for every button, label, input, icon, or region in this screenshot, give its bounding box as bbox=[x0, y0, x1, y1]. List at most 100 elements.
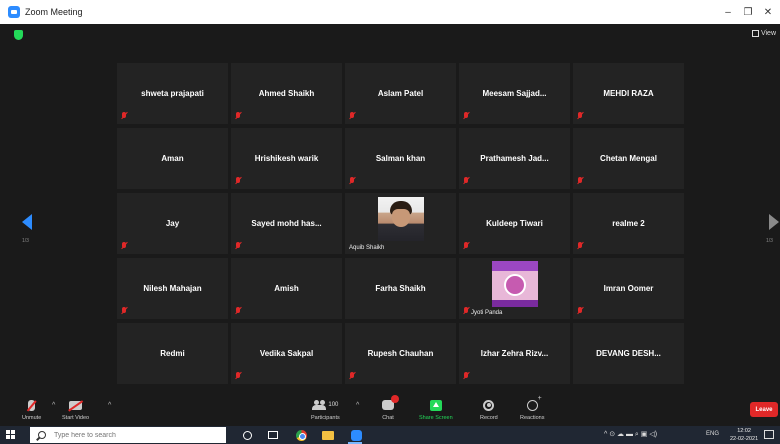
video-off-camera-icon bbox=[69, 400, 83, 410]
participant-name: realme 2 bbox=[612, 219, 645, 228]
zoom-taskbar-button[interactable] bbox=[349, 429, 363, 441]
chat-label: Chat bbox=[382, 415, 394, 421]
unmute-button[interactable]: Unmute bbox=[22, 398, 41, 421]
participant-name: Aslam Patel bbox=[377, 89, 424, 98]
cortana-button[interactable] bbox=[240, 429, 254, 441]
muted-microphone-icon bbox=[463, 112, 469, 120]
audio-options-chevron-icon[interactable]: ^ bbox=[52, 402, 55, 409]
share-screen-label: Share Screen bbox=[419, 415, 453, 421]
previous-page-arrow-icon[interactable] bbox=[22, 214, 32, 230]
video-options-chevron-icon[interactable]: ^ bbox=[108, 402, 111, 409]
participant-name: DEVANG DESH... bbox=[596, 349, 661, 358]
participant-tile[interactable]: Prathamesh Jad... bbox=[459, 128, 570, 189]
chat-button[interactable]: Chat bbox=[382, 395, 399, 421]
share-screen-button[interactable]: Share Screen bbox=[419, 398, 453, 421]
windows-start-icon[interactable] bbox=[6, 430, 16, 440]
participant-tile[interactable]: Rupesh Chauhan bbox=[345, 323, 456, 384]
muted-microphone-icon bbox=[463, 177, 469, 185]
zoom-icon bbox=[350, 429, 362, 441]
participant-tile[interactable]: Ahmed Shaikh bbox=[231, 63, 342, 124]
record-button[interactable]: Record bbox=[480, 398, 498, 421]
muted-microphone-icon bbox=[463, 242, 469, 250]
windows-taskbar: ^ ⊙ ☁ ▬ ⌕ ▣ ◁) ENG 12:02 22-02-2021 bbox=[0, 426, 780, 444]
participant-name: Salman khan bbox=[375, 154, 426, 163]
cortana-circle-icon bbox=[242, 430, 252, 440]
maximize-button[interactable]: ❐ bbox=[738, 0, 758, 24]
participant-tile[interactable]: Salman khan bbox=[345, 128, 456, 189]
participant-name: Hrishikesh warik bbox=[254, 154, 319, 163]
participant-tile[interactable]: Aslam Patel bbox=[345, 63, 456, 124]
participant-tile[interactable]: Nilesh Mahajan bbox=[117, 258, 228, 319]
participant-tile[interactable]: shweta prajapati bbox=[117, 63, 228, 124]
participant-name: MEHDI RAZA bbox=[603, 89, 654, 98]
participant-tile[interactable]: Aman bbox=[117, 128, 228, 189]
muted-microphone-icon bbox=[28, 399, 36, 411]
participant-name: Kuldeep Tiwari bbox=[486, 219, 543, 228]
participant-tile[interactable]: Meesam Sajjad... bbox=[459, 63, 570, 124]
start-video-button[interactable]: Start Video bbox=[62, 398, 89, 421]
participant-name: Prathamesh Jad... bbox=[480, 154, 549, 163]
participant-name: Ahmed Shaikh bbox=[258, 89, 315, 98]
participant-tile[interactable]: MEHDI RAZA bbox=[573, 63, 684, 124]
participant-name: Nilesh Mahajan bbox=[143, 284, 202, 293]
close-button[interactable]: ✕ bbox=[758, 0, 778, 24]
participants-count: 100 bbox=[328, 402, 339, 408]
page-indicator-left: 1/3 bbox=[22, 238, 29, 244]
unmute-label: Unmute bbox=[22, 415, 42, 421]
leave-meeting-button[interactable]: Leave bbox=[750, 402, 778, 417]
participants-icon bbox=[312, 400, 327, 410]
chrome-taskbar-button[interactable] bbox=[294, 429, 308, 441]
participant-tile[interactable]: realme 2 bbox=[573, 193, 684, 254]
muted-microphone-icon bbox=[463, 307, 469, 315]
muted-microphone-icon bbox=[235, 177, 241, 185]
participant-tile[interactable]: Aquib Shaikh bbox=[345, 193, 456, 254]
clock-time: 12:02 bbox=[737, 428, 751, 434]
notification-center-icon[interactable] bbox=[764, 430, 774, 439]
next-page-arrow-icon[interactable] bbox=[769, 214, 779, 230]
muted-microphone-icon bbox=[235, 112, 241, 120]
participant-name: Jyoti Panda bbox=[471, 310, 503, 316]
page-indicator-right: 1/3 bbox=[766, 238, 773, 244]
participant-name: Jay bbox=[165, 219, 180, 228]
participant-tile[interactable]: Izhar Zehra Rizv... bbox=[459, 323, 570, 384]
share-screen-icon bbox=[429, 399, 442, 411]
taskbar-search-box[interactable] bbox=[30, 427, 226, 443]
zoom-app-icon bbox=[8, 6, 20, 18]
muted-microphone-icon bbox=[349, 177, 355, 185]
window-titlebar: Zoom Meeting – ❐ ✕ bbox=[0, 0, 780, 24]
muted-microphone-icon bbox=[235, 307, 241, 315]
participant-tile[interactable]: Kuldeep Tiwari bbox=[459, 193, 570, 254]
folder-icon bbox=[322, 430, 334, 440]
participant-tile[interactable]: Farha Shaikh bbox=[345, 258, 456, 319]
participants-options-chevron-icon[interactable]: ^ bbox=[356, 402, 359, 409]
participant-tile[interactable]: Amish bbox=[231, 258, 342, 319]
task-view-button[interactable] bbox=[266, 429, 280, 441]
file-explorer-taskbar-button[interactable] bbox=[321, 429, 335, 441]
system-tray-icons[interactable]: ^ ⊙ ☁ ▬ ⌕ ▣ ◁) bbox=[604, 430, 657, 439]
participant-name: Meesam Sajjad... bbox=[482, 89, 547, 98]
participant-video-feed bbox=[491, 260, 538, 307]
participant-tile[interactable]: Redmi bbox=[117, 323, 228, 384]
participant-tile[interactable]: Chetan Mengal bbox=[573, 128, 684, 189]
input-language-indicator[interactable]: ENG bbox=[706, 431, 719, 437]
participant-video-feed bbox=[377, 196, 424, 241]
muted-microphone-icon bbox=[121, 307, 127, 315]
muted-microphone-icon bbox=[577, 112, 583, 120]
security-shield-icon[interactable] bbox=[14, 30, 23, 40]
participant-tile[interactable]: Imran Oomer bbox=[573, 258, 684, 319]
participant-tile[interactable]: Jyoti Panda bbox=[459, 258, 570, 319]
participant-tile[interactable]: Vedika Sakpal bbox=[231, 323, 342, 384]
taskbar-search-input[interactable] bbox=[54, 431, 204, 439]
reactions-smiley-icon bbox=[526, 395, 542, 411]
participant-tile[interactable]: Jay bbox=[117, 193, 228, 254]
participant-tile[interactable]: Sayed mohd has... bbox=[231, 193, 342, 254]
participant-tile[interactable]: DEVANG DESH... bbox=[573, 323, 684, 384]
participant-name: Imran Oomer bbox=[603, 284, 654, 293]
participant-tile[interactable]: Hrishikesh warik bbox=[231, 128, 342, 189]
reactions-button[interactable]: Reactions bbox=[520, 395, 544, 422]
taskbar-clock[interactable]: 12:02 22-02-2021 bbox=[730, 427, 758, 443]
view-button[interactable]: View bbox=[751, 30, 776, 37]
minimize-button[interactable]: – bbox=[718, 0, 738, 24]
participants-button[interactable]: 100 Participants bbox=[311, 398, 340, 421]
participant-name: shweta prajapati bbox=[141, 89, 204, 98]
